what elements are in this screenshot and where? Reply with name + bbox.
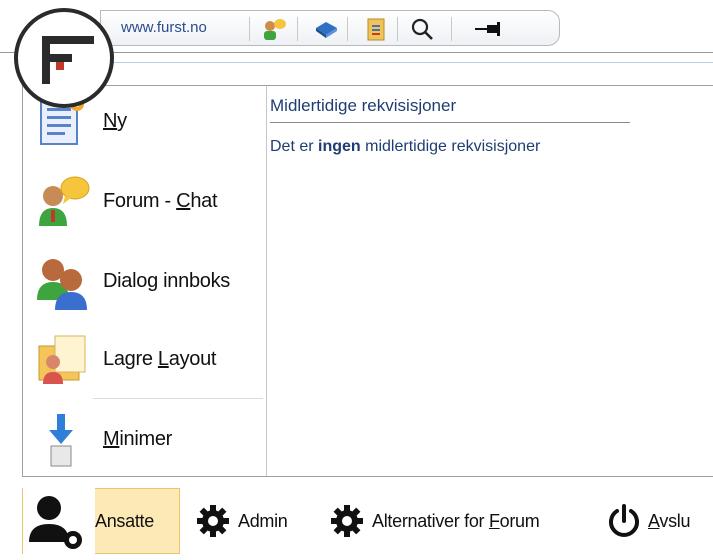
sidebar-item-label: Minimer (103, 428, 173, 450)
ansatte-button[interactable]: Ansatte (22, 488, 180, 554)
employee-settings-icon (23, 488, 95, 554)
chat-users-icon (35, 174, 91, 230)
sidebar-item-forum-chat[interactable]: Forum - Chat (23, 166, 266, 240)
sidebar-item-lagre-layout[interactable]: Lagre Layout (23, 324, 266, 398)
sidebar-item-label: Dialog innboks (103, 270, 230, 292)
forum-options-button[interactable]: Alternativer for Forum (330, 488, 598, 554)
pin-icon[interactable] (473, 16, 507, 42)
sidebar-divider (93, 398, 263, 399)
save-layout-icon (35, 332, 91, 388)
sidebar-item-minimer[interactable]: Minimer (23, 404, 266, 478)
search-icon[interactable] (409, 16, 435, 42)
toolbar-separator (297, 17, 298, 41)
minimize-arrow-icon (35, 412, 91, 468)
empty-message: Det er ingen midlertidige rekvisisjoner (270, 138, 541, 155)
main-panel: Ny Forum - Chat Dialog innboks Lagre Lay… (22, 85, 713, 477)
exit-button[interactable]: Avslu (606, 488, 713, 554)
furst-logo (14, 8, 114, 108)
sidebar-item-label: Lagre Layout (103, 348, 217, 370)
website-link[interactable]: www.furst.no (121, 19, 207, 36)
toolbar-separator (347, 17, 348, 41)
exit-label: Avslu (648, 510, 691, 531)
gear-icon (330, 504, 364, 538)
sidebar-item-label: Ny (103, 110, 127, 132)
document-icon[interactable] (363, 16, 389, 42)
forum-options-label: Alternativer for Forum (372, 510, 540, 531)
toolbar-strip: www.furst.no (100, 10, 560, 46)
app-window: www.furst.no Ny Forum - Chat Dialog innb… (0, 0, 713, 560)
ansatte-label: Ansatte (95, 510, 154, 531)
admin-label: Admin (238, 510, 288, 531)
gear-icon (196, 504, 230, 538)
toolbar-separator (249, 17, 250, 41)
chat-users-icon[interactable] (261, 16, 287, 42)
toolbar-separator (451, 17, 452, 41)
top-toolbar: www.furst.no (0, 0, 713, 108)
page-title: Midlertidige rekvisisjoner (270, 96, 630, 123)
sidebar-item-label: Forum - Chat (103, 190, 218, 212)
book-icon[interactable] (313, 16, 339, 42)
power-icon (606, 503, 642, 539)
header-line (100, 62, 713, 73)
bottom-toolbar: Ansatte Admin Alternativer for Forum Avs… (0, 480, 713, 560)
sidebar-item-dialog-innboks[interactable]: Dialog innboks (23, 246, 266, 320)
toolbar-separator (397, 17, 398, 41)
admin-button[interactable]: Admin (196, 488, 316, 554)
users-icon (35, 254, 91, 310)
sidebar: Ny Forum - Chat Dialog innboks Lagre Lay… (23, 86, 267, 476)
